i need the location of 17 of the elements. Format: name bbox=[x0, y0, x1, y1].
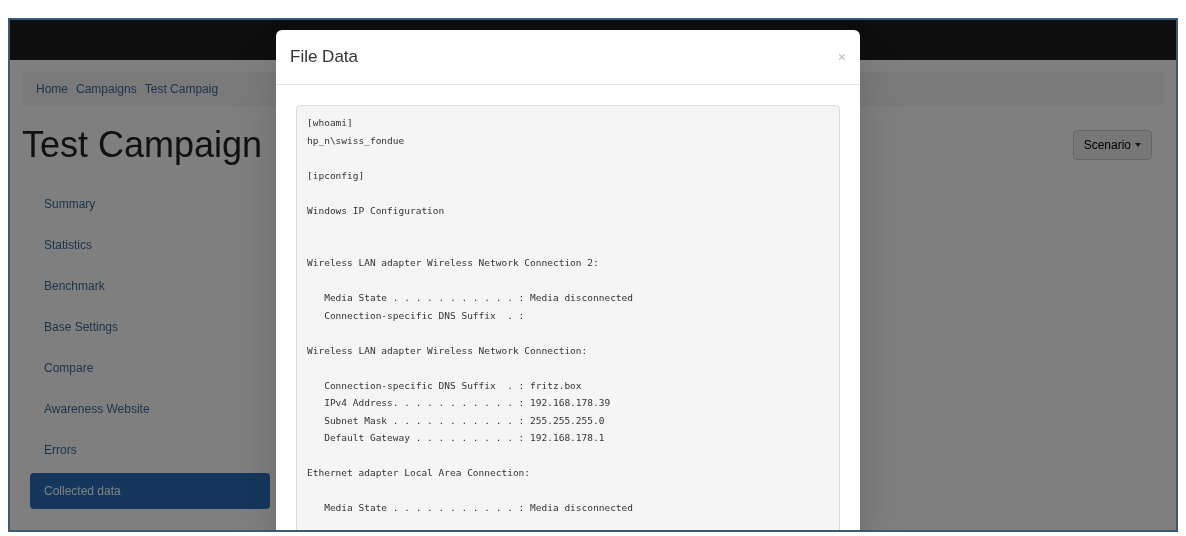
sidebar-item[interactable]: Awareness Website bbox=[30, 391, 270, 427]
caret-icon bbox=[1135, 143, 1141, 147]
sidebar-item[interactable]: Errors bbox=[30, 432, 270, 468]
sidebar-item[interactable]: Statistics bbox=[30, 227, 270, 263]
scenario-dropdown-button[interactable]: Scenario bbox=[1072, 130, 1152, 160]
page-title: Test Campaign bbox=[22, 123, 263, 167]
close-button[interactable]: × bbox=[837, 50, 846, 64]
modal-title: File Data bbox=[290, 46, 359, 69]
breadcrumb-link[interactable]: Test Campaig bbox=[144, 80, 219, 98]
sidebar-item[interactable]: Benchmark bbox=[30, 268, 270, 304]
sidebar-item[interactable]: Base Settings bbox=[30, 309, 270, 345]
sidebar-item[interactable]: Summary bbox=[30, 186, 270, 222]
file-contents: [whoami] hp_n\swiss_fondue [ipconfig] Windows IP Configuration Wireless LAN adapter Wireless Network Connection 2: Media State . . . . . . . . . . . : Media disconnected Connection-specific DNS Suffix . : Wireless LAN adapter Wireless Network Connection: Connection-specific DNS Suffix . : fritz.box IPv4 Address. . . . . . . . . . . : 192.168.178.39 Subnet Mask . . . . . . . . . . . : 255.255.255.0 Default Gateway . . . . . . . . . : 192.168.178.1 Ethernet adapter Local Area Connection: Media State . . . . . . . . . . . : Media disconnected bbox=[296, 105, 840, 530]
sidebar-item[interactable]: Collected data bbox=[30, 473, 270, 509]
breadcrumb-link[interactable]: Campaigns bbox=[76, 80, 137, 98]
breadcrumb-link[interactable]: Home bbox=[36, 80, 68, 98]
sidebar-item[interactable]: Compare bbox=[30, 350, 270, 386]
